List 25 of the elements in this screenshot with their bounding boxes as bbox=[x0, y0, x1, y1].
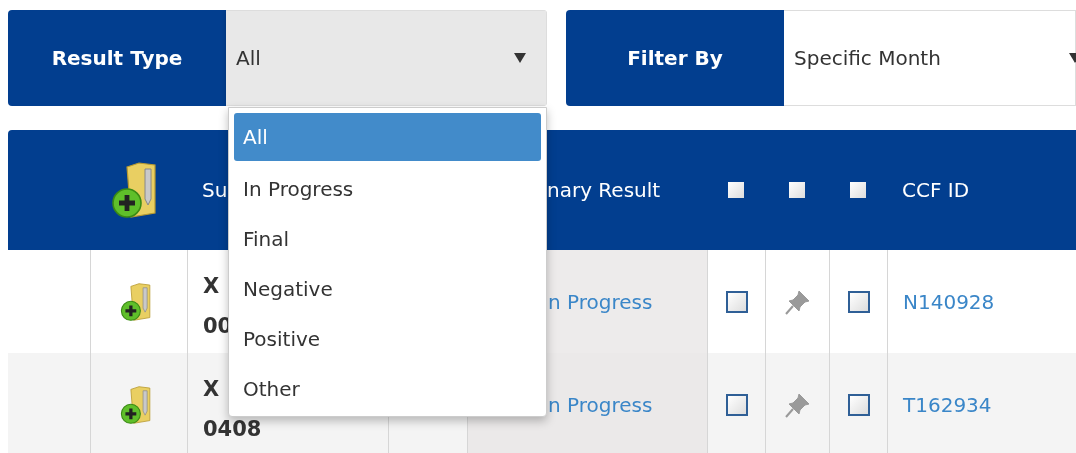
row-checkbox[interactable] bbox=[725, 393, 748, 416]
subject-text: 0408 bbox=[203, 416, 262, 441]
ccf-id-link[interactable]: N140928 bbox=[888, 289, 995, 314]
ccf-id-link[interactable]: T162934 bbox=[888, 392, 992, 417]
header-checkbox[interactable] bbox=[789, 182, 805, 198]
header-checkbox[interactable] bbox=[728, 182, 744, 198]
select-field[interactable]: Specific Month bbox=[784, 10, 1076, 106]
dropdown-option[interactable]: Final bbox=[234, 214, 541, 264]
dropdown-option[interactable]: Positive bbox=[234, 314, 541, 364]
filter-label: Result Type bbox=[8, 10, 226, 106]
row-checkbox[interactable] bbox=[847, 393, 870, 416]
dropdown-option[interactable]: Negative bbox=[234, 264, 541, 314]
header-checkbox[interactable] bbox=[850, 182, 866, 198]
filter-label: Filter By bbox=[566, 10, 784, 106]
subject-text: X bbox=[203, 376, 220, 401]
dropdown-option[interactable]: Other bbox=[234, 364, 541, 414]
dropdown-option[interactable]: In Progress bbox=[234, 164, 541, 214]
caret-icon bbox=[514, 53, 526, 63]
column-header[interactable]: CCF ID bbox=[887, 178, 970, 202]
subject-text: X bbox=[203, 273, 220, 298]
column-header[interactable]: Su bbox=[187, 178, 228, 202]
dropdown-option[interactable]: All bbox=[234, 113, 541, 161]
row-checkbox[interactable] bbox=[847, 290, 870, 313]
select-field[interactable]: All bbox=[226, 10, 547, 106]
row-checkbox[interactable] bbox=[725, 290, 748, 313]
